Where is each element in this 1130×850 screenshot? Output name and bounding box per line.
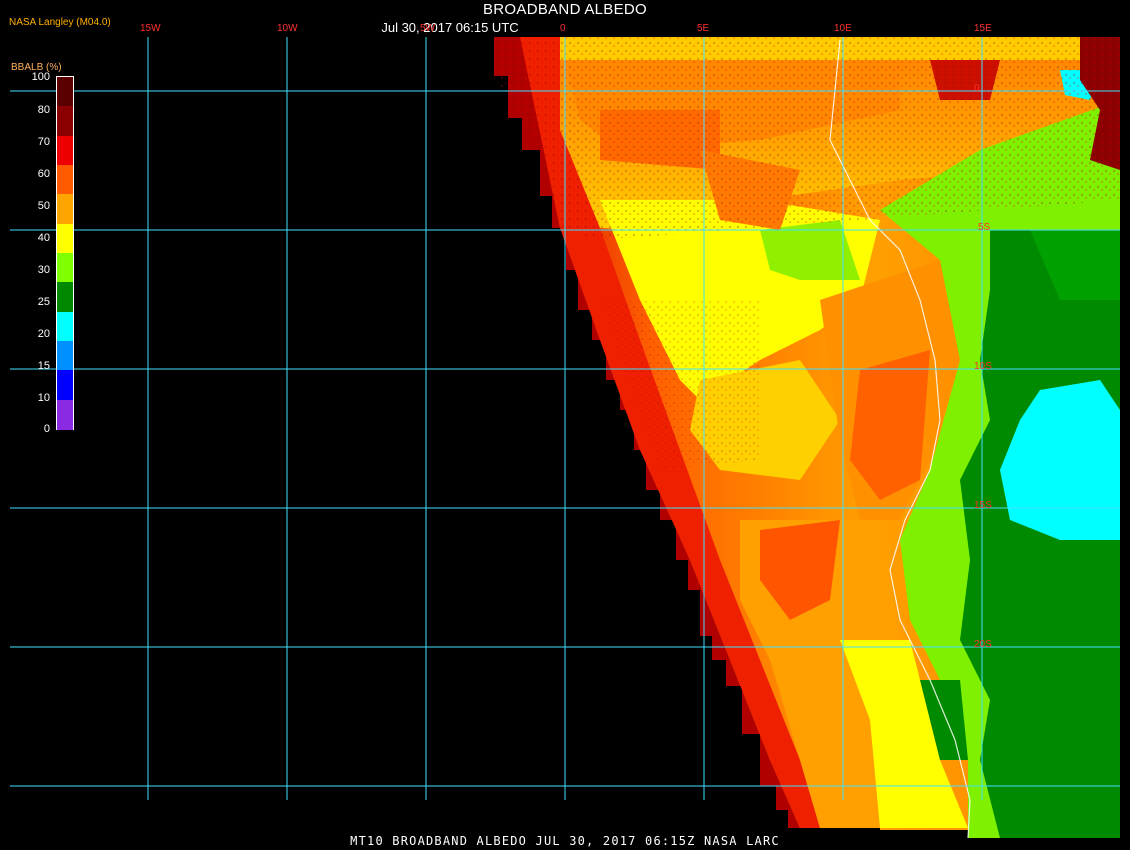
colorbar-tick: 20: [37, 328, 50, 340]
colorbar-swatch: [57, 253, 73, 283]
colorbar-tick: 0: [43, 423, 50, 435]
colorbar-swatch: [57, 399, 73, 430]
colorbar-swatch: [57, 135, 73, 166]
colorbar-tick: 40: [37, 232, 50, 244]
lat-label-20s: 20S: [974, 639, 992, 650]
lon-label-0: 0: [560, 23, 566, 34]
lat-label-0: 0: [974, 83, 980, 94]
colorbar-tick: 80: [37, 104, 50, 116]
footer-caption: MT10 BROADBAND ALBEDO JUL 30, 2017 06:15…: [350, 834, 780, 848]
lon-label-5w: 5W: [420, 23, 435, 34]
lon-label-15e: 15E: [974, 23, 992, 34]
lon-label-10w: 10W: [277, 23, 298, 34]
colorbar-tick: 70: [37, 136, 50, 148]
colorbar-swatch: [57, 106, 73, 137]
colorbar-tick: 10: [37, 392, 50, 404]
albedo-map: [10, 37, 1120, 839]
lon-label-15w: 15W: [140, 23, 161, 34]
colorbar-swatch: [57, 194, 73, 225]
colorbar-swatch: [57, 77, 73, 107]
colorbar-swatch: [57, 370, 73, 401]
source-label: NASA Langley (M04.0): [9, 17, 111, 28]
colorbar-tick: 25: [37, 296, 50, 308]
colorbar-swatch: [57, 282, 73, 313]
colorbar-tick: 60: [37, 168, 50, 180]
colorbar-swatch: [57, 311, 73, 342]
lon-label-5e: 5E: [697, 23, 710, 34]
map-title: BROADBAND ALBEDO: [482, 1, 647, 18]
colorbar-tick: 15: [37, 360, 50, 372]
colorbar-swatch: [57, 165, 73, 195]
data-swath: [494, 37, 1120, 839]
colorbar-swatch: [57, 223, 73, 254]
colorbar: [56, 76, 74, 430]
colorbar-tick: 50: [37, 200, 50, 212]
map-subtitle: Jul 30, 2017 06:15 UTC: [381, 20, 519, 35]
lat-label-10s: 10S: [974, 361, 992, 372]
colorbar-swatch: [57, 341, 73, 371]
lon-label-10e: 10E: [834, 23, 852, 34]
lat-label-15s: 15S: [974, 500, 992, 511]
colorbar-tick: 30: [37, 264, 50, 276]
lat-label-5s: 5S: [978, 222, 991, 233]
colorbar-tick: 100: [31, 71, 50, 83]
